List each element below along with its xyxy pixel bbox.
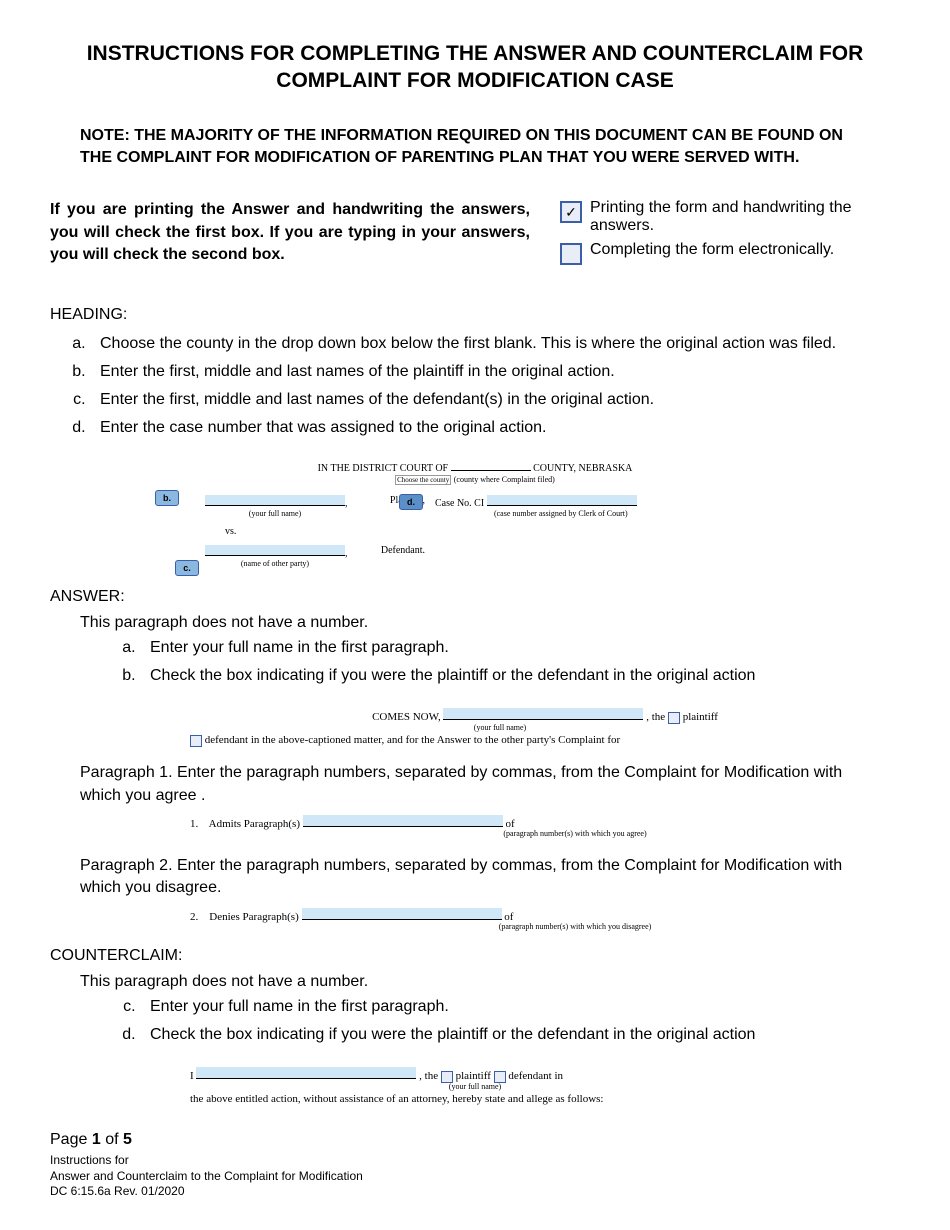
- of-text-1: of: [506, 818, 515, 830]
- page-num: 1: [92, 1131, 101, 1148]
- county-hint: (county where Complaint filed): [454, 475, 555, 484]
- counterclaim-intro: This paragraph does not have a number.: [80, 973, 900, 991]
- defendant-checkbox[interactable]: [190, 735, 202, 747]
- vs-label: vs.: [225, 526, 745, 537]
- footer-line-2: Answer and Counterclaim to the Complaint…: [50, 1169, 363, 1185]
- page-total: 5: [123, 1131, 132, 1148]
- defendant-label: Defendant.: [381, 545, 425, 556]
- cc-the-text: , the: [419, 1070, 438, 1082]
- plaintiff-opt: plaintiff: [683, 711, 718, 723]
- plaintiff-caption: (your full name): [205, 509, 345, 518]
- footer: Page 1 of 5 Instructions for Answer and …: [50, 1130, 363, 1200]
- counterclaim-snippet: I , the plaintiff defendant in (your ful…: [190, 1067, 900, 1106]
- cc-fullname-field[interactable]: [196, 1067, 416, 1079]
- cc-fullname-caption: (your full name): [50, 1082, 900, 1092]
- paragraph-2-instruction: Paragraph 2. Enter the paragraph numbers…: [80, 855, 870, 900]
- denies-field[interactable]: [302, 908, 502, 920]
- intro-text: If you are printing the Answer and handw…: [50, 199, 530, 271]
- footer-line-3: DC 6:15.6a Rev. 01/2020: [50, 1184, 363, 1200]
- court-prefix: IN THE DISTRICT COURT OF: [318, 463, 449, 474]
- heading-label: HEADING:: [50, 306, 900, 324]
- of-text-2: of: [504, 911, 513, 923]
- case-caption: (case number assigned by Clerk of Court): [485, 509, 637, 518]
- callout-c: c.: [175, 560, 199, 576]
- admits-field[interactable]: [303, 815, 503, 827]
- checkbox-electronic-label: Completing the form electronically.: [590, 241, 834, 259]
- admits-snippet: 1. Admits Paragraph(s) of (paragraph num…: [190, 815, 900, 840]
- defendant-name-field[interactable]: [205, 545, 345, 556]
- checkbox-print-label: Printing the form and handwriting the an…: [590, 199, 900, 235]
- heading-item-c: Enter the first, middle and last names o…: [90, 388, 900, 412]
- counterclaim-item-d: Check the box indicating if you were the…: [140, 1023, 900, 1047]
- denies-caption: (paragraph number(s) with which you disa…: [250, 922, 900, 932]
- admits-num: 1.: [190, 818, 198, 830]
- i-text: I: [190, 1070, 194, 1082]
- defendant-caption: (name of other party): [205, 559, 345, 568]
- cc-defendant-checkbox[interactable]: [494, 1071, 506, 1083]
- comes-now-text: COMES NOW,: [372, 711, 441, 723]
- cc-plaintiff-opt: plaintiff: [456, 1070, 491, 1082]
- denies-num: 2.: [190, 911, 198, 923]
- answer-item-a: Enter your full name in the first paragr…: [140, 636, 900, 660]
- denies-label: Denies Paragraph(s): [209, 911, 299, 923]
- footer-line-1: Instructions for: [50, 1153, 363, 1169]
- denies-snippet: 2. Denies Paragraph(s) of (paragraph num…: [190, 908, 900, 933]
- fullname-field[interactable]: [443, 708, 643, 720]
- page-label: Page: [50, 1131, 87, 1148]
- answer-snippet-comes-now: COMES NOW, , the plaintiff (your full na…: [190, 708, 900, 747]
- checkbox-electronic[interactable]: [560, 243, 582, 265]
- paragraph-1-instruction: Paragraph 1. Enter the paragraph numbers…: [80, 762, 870, 807]
- cc-defendant-opt: defendant in: [508, 1070, 563, 1082]
- answer-intro: This paragraph does not have a number.: [80, 614, 900, 632]
- county-blank: [451, 460, 531, 471]
- heading-item-d: Enter the case number that was assigned …: [90, 416, 900, 440]
- note-text: NOTE: THE MAJORITY OF THE INFORMATION RE…: [80, 125, 870, 170]
- court-suffix: COUNTY, NEBRASKA: [533, 463, 632, 474]
- callout-b: b.: [155, 490, 179, 506]
- counterclaim-label: COUNTERCLAIM:: [50, 947, 900, 965]
- heading-item-b: Enter the first, middle and last names o…: [90, 360, 900, 384]
- cc-rest-text: the above entitled action, without assis…: [190, 1092, 900, 1106]
- case-no-label: Case No. CI: [435, 498, 484, 509]
- answer-item-b: Check the box indicating if you were the…: [140, 664, 900, 688]
- heading-item-a: Choose the county in the drop down box b…: [90, 332, 900, 356]
- callout-d: d.: [399, 494, 423, 510]
- county-dropdown[interactable]: Choose the county: [395, 475, 451, 485]
- counterclaim-item-c: Enter your full name in the first paragr…: [140, 995, 900, 1019]
- page-title: INSTRUCTIONS FOR COMPLETING THE ANSWER A…: [50, 40, 900, 95]
- checkbox-print[interactable]: [560, 201, 582, 223]
- plaintiff-checkbox[interactable]: [668, 712, 680, 724]
- defendant-line: defendant in the above-captioned matter,…: [205, 734, 620, 746]
- fullname-caption: (your full name): [100, 723, 900, 733]
- heading-example-form: b. d. c. IN THE DISTRICT COURT OF COUNTY…: [205, 460, 745, 568]
- admits-caption: (paragraph number(s) with which you agre…: [250, 829, 900, 839]
- the-text: , the: [646, 711, 665, 723]
- of-label: of: [105, 1131, 118, 1148]
- plaintiff-name-field[interactable]: [205, 495, 345, 506]
- cc-plaintiff-checkbox[interactable]: [441, 1071, 453, 1083]
- admits-label: Admits Paragraph(s): [209, 818, 300, 830]
- case-no-field[interactable]: [487, 495, 637, 506]
- answer-label: ANSWER:: [50, 588, 900, 606]
